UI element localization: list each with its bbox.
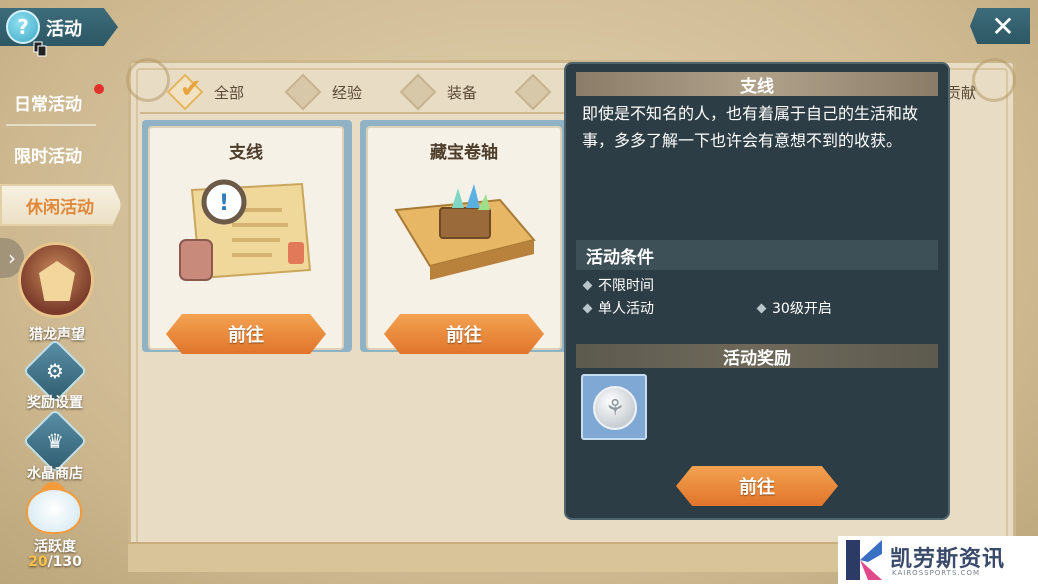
tab-more[interactable]	[514, 73, 562, 111]
shortcut-label-activity: 活跃度	[34, 539, 76, 555]
condition-label: 不限时间	[598, 278, 654, 294]
tab-label: 装备	[447, 83, 478, 102]
shortcut-label-reward-settings: 奖励设置	[27, 395, 83, 411]
corner-ornament	[972, 58, 1016, 102]
activity-progress: 20/130	[0, 554, 110, 570]
sidebar-item-label: 限时活动	[14, 146, 82, 167]
sidebar-item-label: 日常活动	[14, 94, 82, 115]
tab-label: 贡献	[946, 83, 977, 102]
mascot-icon[interactable]	[26, 488, 82, 534]
scroll-magnifier-icon: !	[179, 179, 312, 281]
close-icon: ✕	[991, 9, 1015, 43]
tab-divider	[140, 112, 570, 114]
sidebar-divider	[6, 124, 96, 126]
tab-diamond-icon	[284, 73, 322, 111]
condition-item: 单人活动	[582, 298, 654, 318]
gear-icon: ⚙	[46, 359, 64, 383]
close-button[interactable]: ✕	[970, 8, 1030, 44]
go-button[interactable]: 前往	[166, 314, 326, 354]
watermark-logo-icon	[846, 540, 882, 580]
condition-item: 不限时间	[582, 275, 654, 295]
reward-slot[interactable]: ⚘	[581, 374, 647, 440]
copy-icon[interactable]	[33, 41, 47, 57]
card-title: 支线	[229, 143, 263, 163]
card-title: 藏宝卷轴	[430, 143, 498, 163]
help-icon[interactable]: ?	[6, 10, 40, 44]
activity-total: /130	[47, 554, 82, 570]
sidebar-item-casual[interactable]: 休闲活动	[0, 184, 122, 226]
check-icon: ✔	[180, 74, 202, 104]
page-title: 活动	[46, 19, 82, 40]
condition-label: 30级开启	[772, 301, 832, 317]
sidebar-item-limited[interactable]: 限时活动	[0, 136, 110, 172]
tab-experience[interactable]: 经验	[284, 73, 363, 111]
condition-label: 单人活动	[598, 301, 654, 317]
crystal-shop-icon: ♛	[46, 429, 64, 453]
svg-text:!: !	[219, 191, 229, 216]
go-button[interactable]: 前往	[384, 314, 544, 354]
sidebar-item-label: 休闲活动	[26, 197, 94, 218]
silver-coin-icon: ⚘	[593, 386, 637, 430]
activity-card-treasure-scroll[interactable]: 藏宝卷轴 前往	[366, 126, 562, 354]
conditions-header: 活动条件	[576, 240, 938, 270]
tab-label: 全部	[214, 83, 245, 102]
detail-description: 即使是不知名的人，也有着属于自己的生活和故事，多多了解一下也许会有意想不到的收获…	[582, 104, 919, 150]
detail-title: 支线	[576, 72, 938, 97]
notification-badge	[94, 84, 104, 94]
activity-current: 20	[28, 554, 48, 570]
tab-label: 经验	[332, 83, 363, 102]
bullet-icon	[756, 303, 767, 313]
activity-card-side-quest[interactable]: 支线 ! 前往	[148, 126, 344, 354]
tab-diamond-icon	[514, 73, 552, 111]
dragon-emblem-icon[interactable]	[18, 242, 94, 318]
tab-diamond-icon	[399, 73, 437, 111]
bullet-icon	[582, 280, 593, 290]
treasure-map-icon	[394, 184, 536, 280]
detail-go-button[interactable]: 前往	[676, 466, 838, 506]
watermark: 凯劳斯资讯 KAIROSSPORTS.COM	[838, 536, 1038, 584]
condition-item: 30级开启	[756, 298, 832, 318]
tab-equipment[interactable]: 装备	[399, 73, 478, 111]
tab-contribution[interactable]: 贡献	[946, 78, 976, 106]
bullet-icon	[582, 303, 593, 313]
shortcut-label-crystal-shop: 水晶商店	[27, 466, 83, 482]
rewards-header: 活动奖励	[576, 344, 938, 369]
watermark-subtext: KAIROSSPORTS.COM	[892, 569, 981, 577]
corner-ornament	[126, 58, 170, 102]
top-bar: ? 活动 ✕	[0, 0, 1038, 57]
